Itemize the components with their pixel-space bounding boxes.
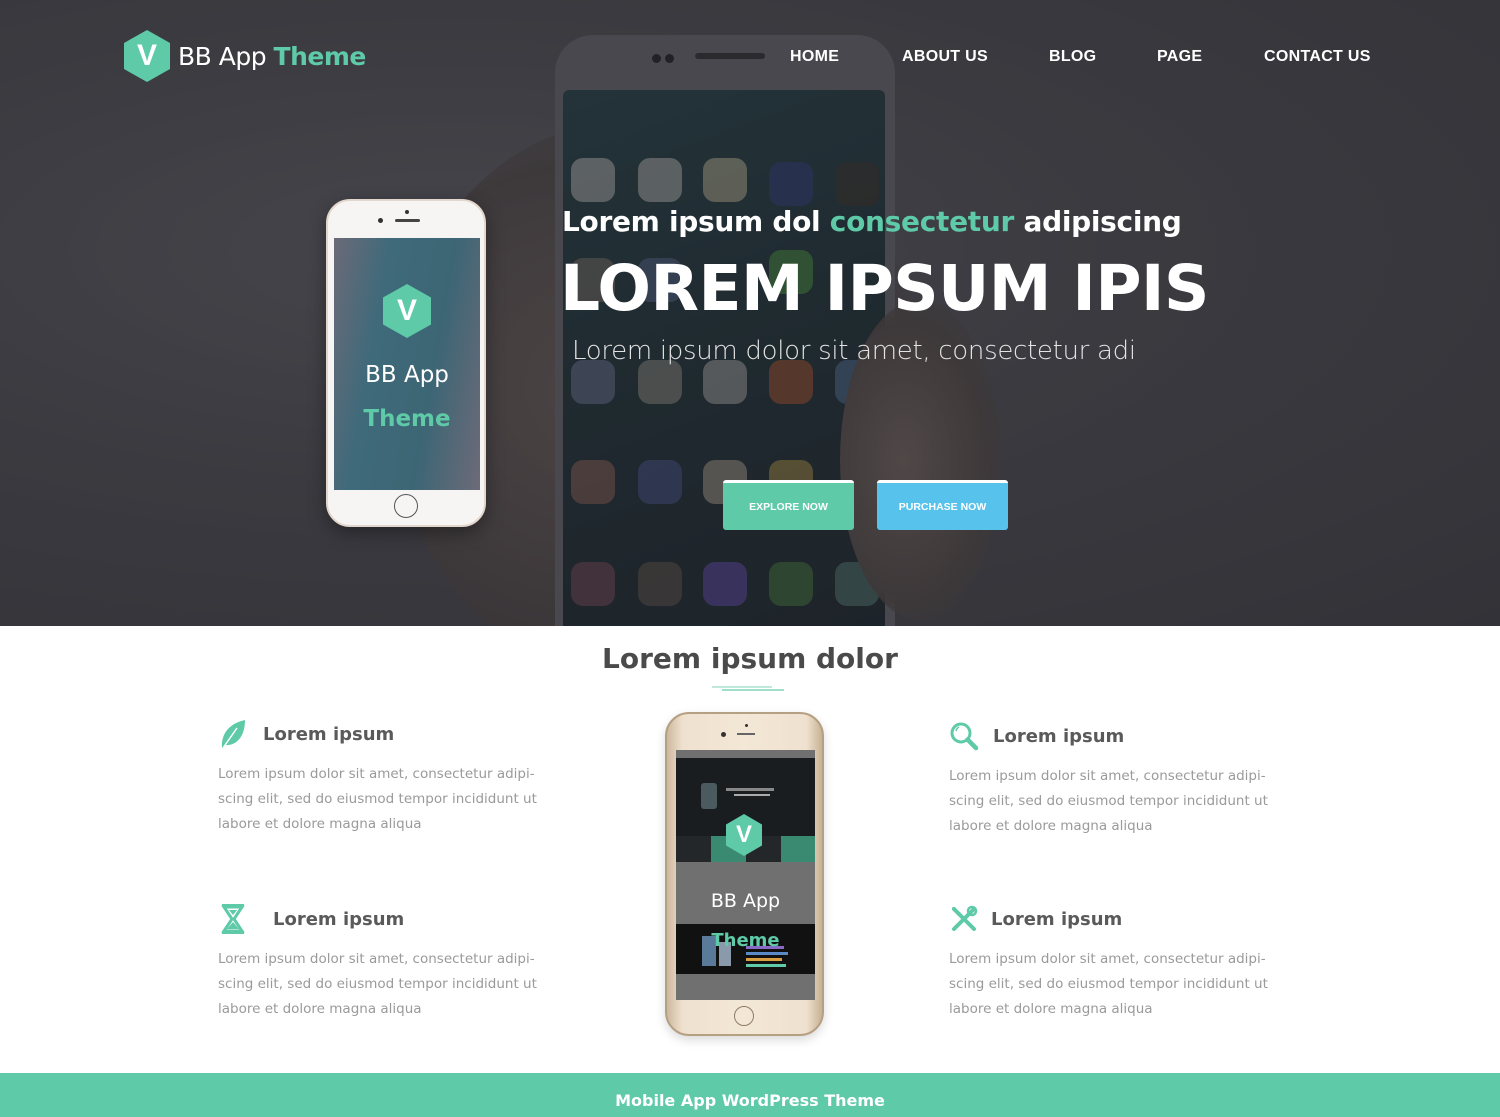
nav-item-contact-us[interactable]: CONTACT US xyxy=(1264,48,1371,66)
features-phone-mockup: V BB App Theme xyxy=(665,712,824,1036)
footer-text: Mobile App WordPress Theme xyxy=(615,1090,885,1110)
phone-camera xyxy=(378,218,383,223)
tools-icon xyxy=(949,903,979,935)
main-navigation: HOME ABOUT US BLOG PAGE CONTACT US xyxy=(0,48,1500,68)
explore-now-button[interactable]: EXPLORE NOW xyxy=(723,480,854,530)
nav-item-blog[interactable]: BLOG xyxy=(1049,48,1096,66)
phone-sensor xyxy=(745,724,748,727)
leaf-icon xyxy=(218,718,248,750)
hourglass-icon xyxy=(218,903,248,935)
hero-tagline-end: adipiscing xyxy=(1014,205,1182,238)
feature-title: Lorem ipsum xyxy=(993,725,1125,747)
hero-section: V BB App Theme HOME ABOUT US BLOG PAGE C… xyxy=(0,0,1500,626)
phone-speaker xyxy=(395,219,420,222)
hero-title: LOREM IPSUM IPIS xyxy=(560,252,1209,325)
hero-tagline: Lorem ipsum dol consectetur adipiscing xyxy=(562,205,1182,238)
phone-home-button xyxy=(394,494,418,518)
feature-item: Lorem ipsum Lorem ipsum dolor sit amet, … xyxy=(218,716,578,837)
hero-phone-mockup: V BB App Theme xyxy=(326,199,486,527)
nav-item-home[interactable]: HOME xyxy=(790,48,839,66)
screen-preview-phone xyxy=(701,783,717,809)
phone-screen-subtitle: Theme xyxy=(711,930,780,951)
phone-logo-hexagon-icon: V xyxy=(383,284,431,338)
phone-screen-title: BB App xyxy=(365,362,449,388)
purchase-now-button[interactable]: PURCHASE NOW xyxy=(877,480,1008,530)
nav-item-about-us[interactable]: ABOUT US xyxy=(902,48,988,66)
feature-description: Lorem ipsum dolor sit amet, consectetur … xyxy=(218,951,537,1017)
feature-title: Lorem ipsum xyxy=(273,908,405,930)
feature-item: Lorem ipsum Lorem ipsum dolor sit amet, … xyxy=(949,901,1309,1022)
feature-description: Lorem ipsum dolor sit amet, consectetur … xyxy=(218,766,537,832)
title-underline-divider xyxy=(722,689,784,691)
feature-description: Lorem ipsum dolor sit amet, consectetur … xyxy=(949,768,1268,834)
feature-item: Lorem ipsum Lorem ipsum dolor sit amet, … xyxy=(949,718,1309,839)
phone-screen-subtitle: Theme xyxy=(363,406,451,432)
phone-screen-title: BB App xyxy=(710,890,781,912)
phone-camera xyxy=(721,732,726,737)
screen-preview-text xyxy=(734,794,770,796)
phone-speaker xyxy=(737,733,755,735)
hero-description: Lorem ipsum dolor sit amet, consectetur … xyxy=(572,336,1136,366)
hero-tagline-accent: consectetur xyxy=(829,205,1015,238)
phone-home-button xyxy=(734,1006,754,1026)
nav-item-page[interactable]: PAGE xyxy=(1157,48,1202,66)
screen-preview-tile xyxy=(781,836,815,862)
feature-description: Lorem ipsum dolor sit amet, consectetur … xyxy=(949,951,1268,1017)
phone-screen: V BB App Theme xyxy=(676,750,815,1000)
footer-bar: Mobile App WordPress Theme xyxy=(0,1073,1500,1117)
feature-title: Lorem ipsum xyxy=(263,723,395,745)
title-underline-divider xyxy=(712,686,772,688)
phone-screen: V BB App Theme xyxy=(334,238,480,490)
phone-sensor xyxy=(405,210,409,214)
features-section-title: Lorem ipsum dolor xyxy=(602,642,898,675)
search-icon xyxy=(949,720,979,752)
feature-title: Lorem ipsum xyxy=(991,908,1123,930)
screen-preview-text xyxy=(726,788,774,791)
feature-item: Lorem ipsum Lorem ipsum dolor sit amet, … xyxy=(218,901,578,1022)
hero-tagline-start: Lorem ipsum dol xyxy=(562,205,830,238)
